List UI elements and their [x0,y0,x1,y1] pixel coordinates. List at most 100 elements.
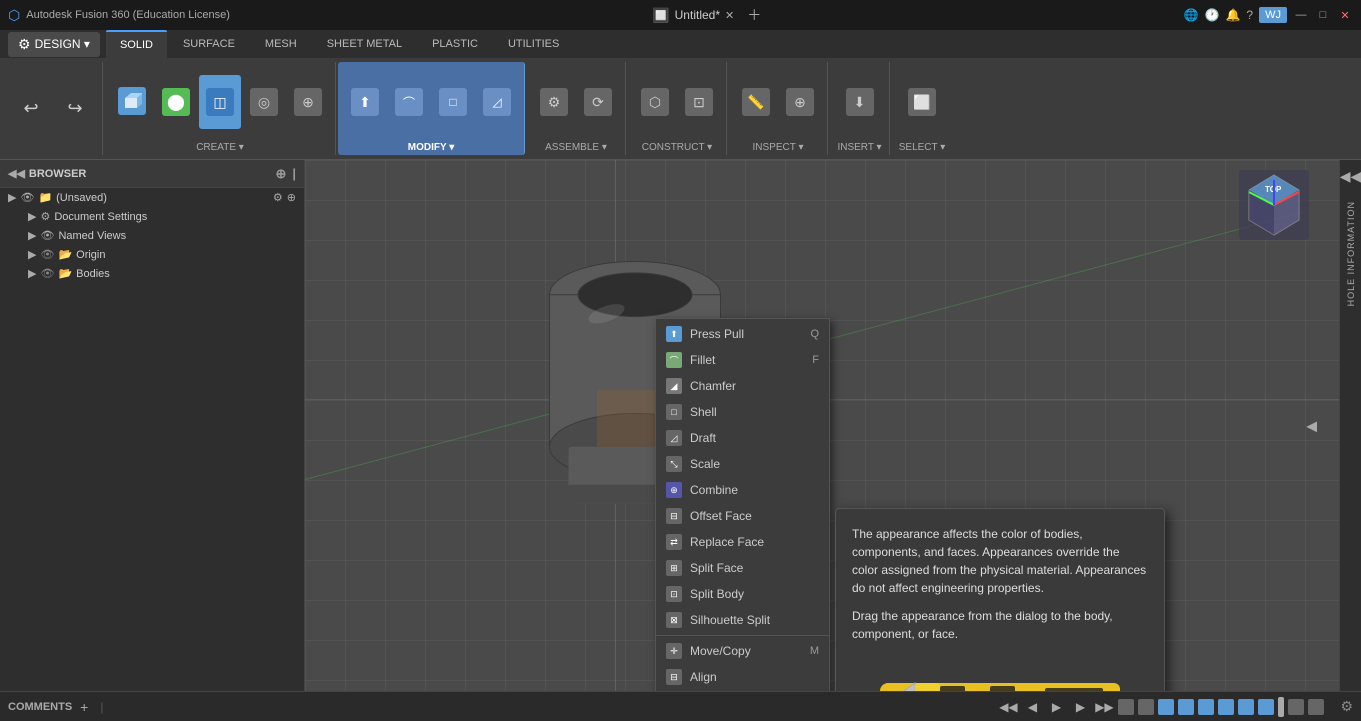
browser-header-icons: ⊕ | [275,166,296,182]
tab-plastic[interactable]: PLASTIC [418,30,492,58]
create-active-btn[interactable]: ◫ [199,75,241,129]
bottom-bar: COMMENTS + | ◀◀ ◀ ▶ ▶ ▶▶ ⚙ [0,691,1361,721]
create-cylinder-btn[interactable]: ⬤ [155,75,197,129]
view-gizmo[interactable]: TOP [1239,170,1309,240]
construct-btn1[interactable]: ⬡ [634,75,676,129]
create-more-btn[interactable]: ⊕ [287,75,329,129]
select-btn1[interactable]: ⬜ [901,75,943,129]
assemble-btn1[interactable]: ⚙ [533,75,575,129]
modify-label[interactable]: MODIFY ▾ [408,142,455,155]
browser-header: ◀◀ BROWSER ⊕ | [0,160,304,188]
create-torus-btn[interactable]: ◎ [243,75,285,129]
modify-shell-btn[interactable]: □ [432,75,474,129]
scale-icon: ⤡ [666,456,682,472]
menu-item-chamfer[interactable]: ◢ Chamfer [656,373,829,399]
settings-btn[interactable]: ⚙ [1340,698,1353,715]
menu-item-delete[interactable]: ✕ Delete Del [656,690,829,691]
maximize-btn[interactable]: □ [1315,7,1331,23]
menu-item-combine[interactable]: ⊕ Combine [656,477,829,503]
menu-item-split-body[interactable]: ⊡ Split Body [656,581,829,607]
expand-icon2: ▶ [28,210,36,223]
viewport[interactable]: ⬆ Press Pull Q ⌒ Fillet F ◢ Chamfer [305,160,1339,691]
inspect-label[interactable]: INSPECT ▾ [753,142,804,155]
item-more-icon[interactable]: ⊕ [287,191,296,204]
right-panel-toggle[interactable]: ◀◀ [1340,160,1361,193]
tl-last-btn[interactable]: ▶▶ [1094,697,1114,717]
select-label[interactable]: SELECT ▾ [899,142,946,155]
tl-next-btn[interactable]: ▶ [1070,697,1090,717]
assemble-label[interactable]: ASSEMBLE ▾ [545,142,607,155]
toolbar-content: ↩ ↪ ⬤ ◫ [0,58,1361,159]
browser-expand-icon[interactable]: ◀◀ [8,167,25,180]
close-doc-icon[interactable]: ✕ [725,9,734,22]
modify-dropdown: ⬆ Press Pull Q ⌒ Fillet F ◢ Chamfer [655,318,830,691]
item-settings-icon[interactable]: ⚙ [273,191,283,204]
insert-btn1[interactable]: ⬇ [839,75,881,129]
tab-surface[interactable]: SURFACE [169,30,249,58]
menu-item-press-pull[interactable]: ⬆ Press Pull Q [656,321,829,347]
modify-draft-btn[interactable]: ◿ [476,75,518,129]
construct-icon2: ⊡ [685,88,713,116]
tab-mesh[interactable]: MESH [251,30,311,58]
doc-settings-label: Document Settings [54,211,147,223]
tl-play-btn[interactable]: ▶ [1046,697,1066,717]
tab-solid[interactable]: SOLID [106,30,167,58]
menu-item-align[interactable]: ⊟ Align [656,664,829,690]
add-doc-icon[interactable]: ＋ [747,5,761,25]
tl-prev-btn[interactable]: ◀◀ [998,697,1018,717]
eye-icon2[interactable]: 👁 [40,248,54,261]
tab-utilities[interactable]: UTILITIES [494,30,573,58]
help-icon[interactable]: ? [1246,8,1253,22]
construct-label[interactable]: CONSTRUCT ▾ [642,142,712,155]
insert-label[interactable]: INSERT ▾ [837,142,881,155]
browser-item-unsaved[interactable]: ▶ 👁 📁 (Unsaved) ⚙ ⊕ [0,188,304,207]
eye-icon3[interactable]: 👁 [40,267,54,280]
panel-collapse-btn[interactable]: ◀ [1306,417,1317,434]
browser-panel-toggle[interactable]: | [292,166,296,181]
tab-sheet-metal[interactable]: SHEET METAL [313,30,416,58]
menu-item-silhouette-split[interactable]: ⊠ Silhouette Split [656,607,829,633]
redo-icon: ↪ [61,95,89,123]
design-button[interactable]: ⚙ DESIGN ▾ [8,32,100,57]
create-box-btn[interactable] [111,75,153,129]
minimize-btn[interactable]: — [1293,7,1309,23]
bell-icon: 🔔 [1225,8,1240,22]
modify-fillet-btn[interactable]: ⌒ [388,75,430,129]
menu-item-move-copy[interactable]: ✛ Move/Copy M [656,638,829,664]
menu-item-offset-face[interactable]: ⊟ Offset Face [656,503,829,529]
browser-item-doc-settings[interactable]: ▶ ⚙ Document Settings [0,207,304,226]
eye-icon[interactable]: 👁 [20,191,34,204]
browser-item-bodies[interactable]: ▶ 👁 📂 Bodies [0,264,304,283]
create-label[interactable]: CREATE ▾ [196,142,244,155]
combine-icon: ⊕ [666,482,682,498]
comments-label: COMMENTS [8,701,72,713]
redo-button[interactable]: ↪ [54,82,96,136]
silhouette-split-icon: ⊠ [666,612,682,628]
menu-item-draft[interactable]: ◿ Draft [656,425,829,451]
menu-item-shell[interactable]: □ Shell [656,399,829,425]
menu-item-split-face[interactable]: ⊞ Split Face [656,555,829,581]
inspect-btn1[interactable]: 📏 [735,75,777,129]
close-btn[interactable]: ✕ [1337,7,1353,23]
browser-item-origin[interactable]: ▶ 👁 📂 Origin [0,245,304,264]
inspect-icon1: 📏 [742,88,770,116]
menu-item-scale[interactable]: ⤡ Scale [656,451,829,477]
undo-button[interactable]: ↩ [10,82,52,136]
user-badge: WJ [1259,7,1287,23]
hole-info-label[interactable]: HOLE INFORMATION [1346,193,1356,314]
origin-folder-icon: 📂 [58,248,72,261]
browser-item-named-views[interactable]: ▶ 👁 Named Views [0,226,304,245]
menu-item-fillet[interactable]: ⌒ Fillet F [656,347,829,373]
browser-collapse-icon[interactable]: ⊕ [275,166,286,182]
menu-item-replace-face[interactable]: ⇄ Replace Face [656,529,829,555]
menu-sep1 [656,635,829,636]
assemble-btn2[interactable]: ⟳ [577,75,619,129]
modify-pressull-btn[interactable]: ⬆ [344,75,386,129]
tl-playhead[interactable] [1278,697,1284,717]
assemble-icon1: ⚙ [540,88,568,116]
inspect-btn2[interactable]: ⊕ [779,75,821,129]
add-comment-btn[interactable]: + [80,699,88,715]
construct-btn2[interactable]: ⊡ [678,75,720,129]
document-title: Untitled* [675,8,720,22]
tl-back-btn[interactable]: ◀ [1022,697,1042,717]
